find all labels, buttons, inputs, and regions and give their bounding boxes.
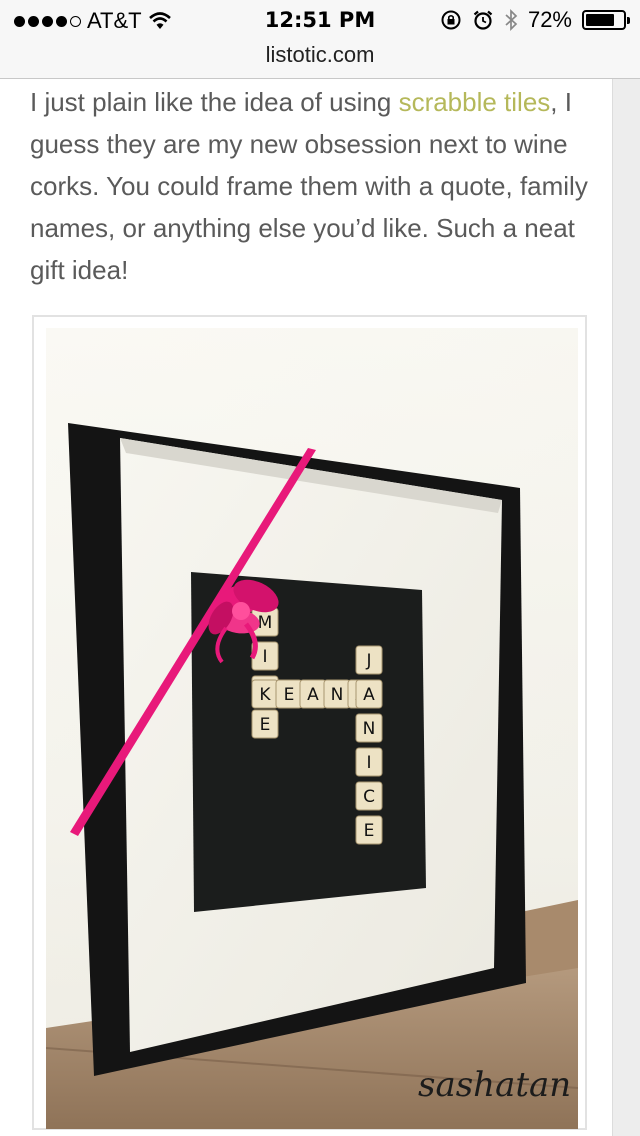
- rotation-lock-icon: [441, 10, 461, 30]
- svg-text:A: A: [307, 685, 319, 705]
- svg-text:N: N: [331, 685, 344, 705]
- tile-keana-0: K: [251, 679, 279, 709]
- article-paragraph: I just plain like the idea of using scra…: [30, 81, 600, 291]
- page-content: I just plain like the idea of using scra…: [0, 79, 612, 1136]
- scrabble-frame-photo: MIKE KEANA JANICE sashatan: [46, 328, 578, 1129]
- svg-text:E: E: [260, 715, 271, 735]
- svg-text:A: A: [363, 685, 375, 705]
- tile-keana-2: A: [299, 679, 327, 709]
- status-indicators: 72%: [440, 7, 630, 33]
- article-image-frame: MIKE KEANA JANICE sashatan: [32, 315, 587, 1130]
- status-bar: AT&T 12:51 PM 72%: [0, 0, 640, 40]
- bluetooth-icon: [505, 8, 518, 32]
- scrabble-tiles-link[interactable]: scrabble tiles: [399, 87, 551, 117]
- tile-mike-3: E: [251, 709, 279, 739]
- svg-text:C: C: [363, 787, 375, 807]
- battery-percent: 72%: [527, 7, 572, 32]
- svg-text:I: I: [366, 753, 371, 773]
- svg-text:I: I: [262, 647, 267, 667]
- address-bar[interactable]: listotic.com: [0, 40, 640, 79]
- tile-janice-4: C: [355, 781, 383, 811]
- tile-janice-0: J: [355, 645, 383, 675]
- svg-text:E: E: [284, 685, 295, 705]
- tile-janice-1: A: [355, 679, 383, 709]
- svg-text:N: N: [363, 719, 376, 739]
- svg-text:J: J: [365, 651, 371, 671]
- svg-text:K: K: [259, 685, 271, 705]
- paragraph-text-start: I just plain like the idea of using: [30, 87, 399, 117]
- tile-keana-3: N: [323, 679, 351, 709]
- photo-watermark: sashatan: [418, 1065, 571, 1105]
- battery-icon: [582, 10, 630, 30]
- tile-keana-1: E: [275, 679, 303, 709]
- photo-illustration: MIKE KEANA JANICE sashatan: [46, 328, 578, 1129]
- tile-janice-2: N: [355, 713, 383, 743]
- tile-janice-5: E: [355, 815, 383, 845]
- alarm-icon: [473, 10, 493, 30]
- page-scroll-track[interactable]: [612, 79, 640, 1136]
- tile-janice-3: I: [355, 747, 383, 777]
- svg-text:E: E: [364, 821, 375, 841]
- svg-text:M: M: [258, 613, 273, 633]
- url-text[interactable]: listotic.com: [0, 42, 640, 68]
